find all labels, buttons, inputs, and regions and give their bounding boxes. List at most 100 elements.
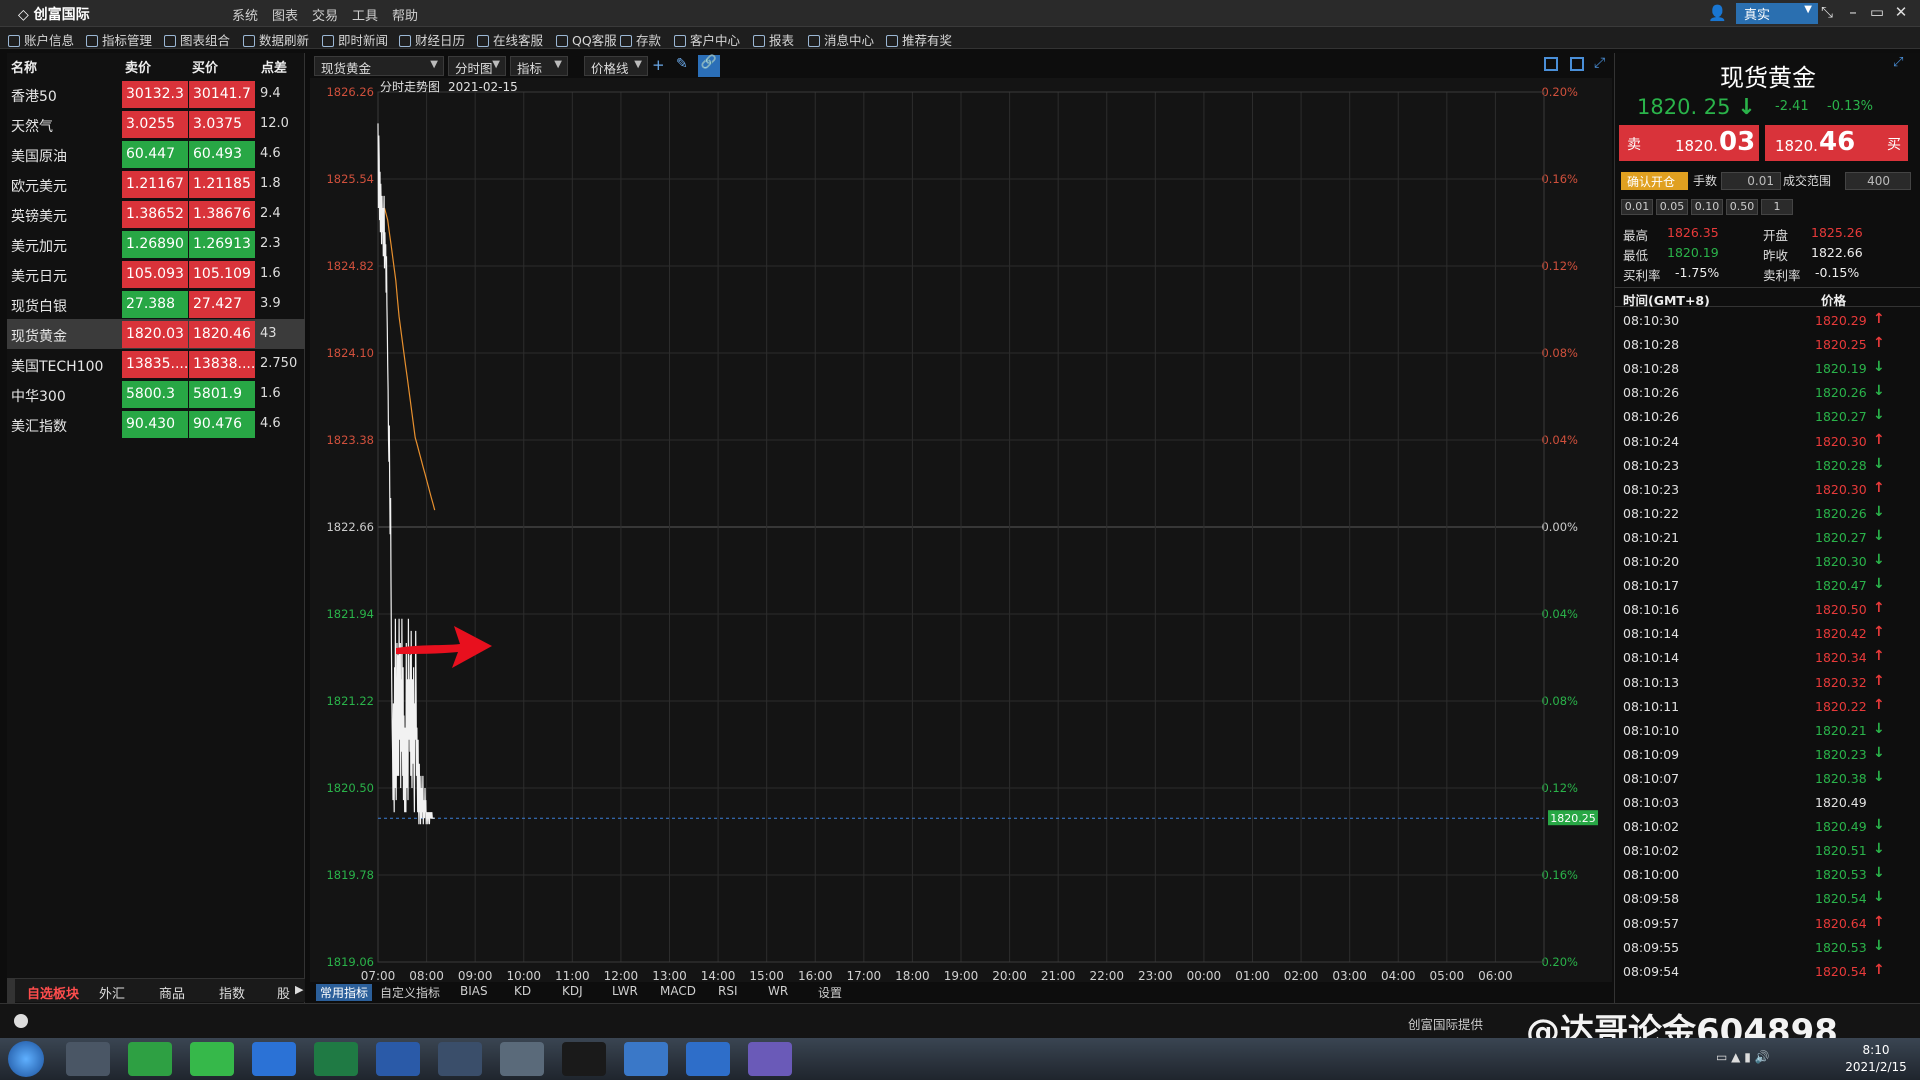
- quote-sell-price[interactable]: 1.38652: [122, 201, 188, 228]
- quote-buy-price[interactable]: 1.38676: [189, 201, 255, 228]
- pinned-app-icon[interactable]: [66, 1042, 110, 1076]
- sogou-icon[interactable]: [686, 1042, 730, 1076]
- referral-button[interactable]: 推荐有奖: [886, 30, 952, 49]
- news-button[interactable]: 即时新闻: [322, 30, 388, 49]
- wps-icon[interactable]: [252, 1042, 296, 1076]
- line-select[interactable]: 价格线 ▼: [584, 56, 648, 76]
- indicator-manage-button[interactable]: 指标管理: [86, 30, 152, 49]
- quote-buy-price[interactable]: 13838....: [189, 351, 255, 378]
- quote-row[interactable]: 香港50 30132.3 30141.7 9.4: [7, 79, 305, 109]
- quote-buy-price[interactable]: 27.427: [189, 291, 255, 318]
- menu-tools[interactable]: 工具: [352, 5, 378, 24]
- tab-kdj[interactable]: KDJ: [562, 984, 583, 998]
- quote-row[interactable]: 美元日元 105.093 105.109 1.6: [7, 259, 305, 289]
- quote-buy-price[interactable]: 1.21185: [189, 171, 255, 198]
- trading-app-icon[interactable]: [500, 1042, 544, 1076]
- quick-lot-010[interactable]: 0.10: [1691, 199, 1723, 215]
- quote-buy-price[interactable]: 105.109: [189, 261, 255, 288]
- quote-buy-price[interactable]: 30141.7: [189, 81, 255, 108]
- quote-sell-price[interactable]: 1.26890: [122, 231, 188, 258]
- quote-sell-price[interactable]: 90.430: [122, 411, 188, 438]
- pencil-icon[interactable]: ✎: [676, 56, 688, 72]
- quote-row[interactable]: 现货白银 27.388 27.427 3.9: [7, 289, 305, 319]
- quote-row[interactable]: 美元加元 1.26890 1.26913 2.3: [7, 229, 305, 259]
- tab-indices[interactable]: 指数: [219, 983, 245, 1002]
- crosshair-icon[interactable]: +: [652, 56, 665, 74]
- word-icon[interactable]: [376, 1042, 420, 1076]
- quote-sell-price[interactable]: 30132.3: [122, 81, 188, 108]
- quote-sell-price[interactable]: 1820.03: [122, 321, 188, 348]
- menu-help[interactable]: 帮助: [392, 5, 418, 24]
- menu-system[interactable]: 系统: [232, 5, 258, 24]
- tab-common-indicators[interactable]: 常用指标: [316, 984, 373, 1001]
- quote-sell-price[interactable]: 27.388: [122, 291, 188, 318]
- zx-app-icon[interactable]: [562, 1042, 606, 1076]
- quote-row[interactable]: 天然气 3.0255 3.0375 12.0: [7, 109, 305, 139]
- tab-kd[interactable]: KD: [514, 984, 531, 998]
- quote-row[interactable]: 美国TECH100 13835.... 13838.... 2.750: [7, 349, 305, 379]
- chart-combo-button[interactable]: 图表组合: [164, 30, 230, 49]
- quick-lot-1[interactable]: 1: [1761, 199, 1793, 215]
- quote-row[interactable]: 英镑美元 1.38652 1.38676 2.4: [7, 199, 305, 229]
- quote-buy-price[interactable]: 1.26913: [189, 231, 255, 258]
- clock-time[interactable]: 8:10: [1846, 1043, 1906, 1057]
- restore-icon[interactable]: ⤡: [1816, 3, 1838, 21]
- range-input[interactable]: 400: [1845, 172, 1911, 190]
- tab-forex[interactable]: 外汇: [99, 983, 125, 1002]
- lots-input[interactable]: 0.01: [1721, 172, 1781, 190]
- tab-commodities[interactable]: 商品: [159, 983, 185, 1002]
- start-button-icon[interactable]: [8, 1041, 44, 1077]
- quote-buy-price[interactable]: 5801.9: [189, 381, 255, 408]
- quote-row[interactable]: 中华300 5800.3 5801.9 1.6: [7, 379, 305, 409]
- indicator-select[interactable]: 指标 ▼: [510, 56, 568, 76]
- clock-date[interactable]: 2021/2/15: [1836, 1060, 1916, 1074]
- price-chart[interactable]: 1826.26 0.20% 1825.54 0.16% 1824.82 0.12% 1824…: [310, 78, 1612, 982]
- tab-wr[interactable]: WR: [768, 984, 788, 998]
- symbol-select[interactable]: 现货黄金 ▼: [314, 56, 444, 76]
- quote-sell-price[interactable]: 60.447: [122, 141, 188, 168]
- user-icon[interactable]: 👤: [1708, 4, 1727, 22]
- close-icon[interactable]: ✕: [1890, 3, 1912, 21]
- excel-icon[interactable]: [314, 1042, 358, 1076]
- quote-row[interactable]: 美汇指数 90.430 90.476 4.6: [7, 409, 305, 439]
- account-mode-select[interactable]: 真实 ▼: [1736, 3, 1818, 24]
- tab-scroll-left-icon[interactable]: [7, 979, 15, 1003]
- maximize-icon[interactable]: ▭: [1866, 3, 1888, 21]
- tab-settings[interactable]: 设置: [818, 984, 842, 1001]
- quote-sell-price[interactable]: 13835....: [122, 351, 188, 378]
- link-icon[interactable]: 🔗: [698, 55, 720, 77]
- deposit-button[interactable]: 存款: [620, 30, 661, 49]
- calendar-button[interactable]: 财经日历: [399, 30, 465, 49]
- quote-buy-price[interactable]: 3.0375: [189, 111, 255, 138]
- tab-rsi[interactable]: RSI: [718, 984, 738, 998]
- quick-lot-001[interactable]: 0.01: [1621, 199, 1653, 215]
- quote-row[interactable]: 现货黄金 1820.03 1820.46 43: [7, 319, 305, 349]
- tab-lwr[interactable]: LWR: [612, 984, 638, 998]
- tab-bias[interactable]: BIAS: [460, 984, 488, 998]
- quote-sell-price[interactable]: 1.21167: [122, 171, 188, 198]
- layout-single-icon[interactable]: [1544, 57, 1558, 71]
- photos-icon[interactable]: [748, 1042, 792, 1076]
- quote-buy-price[interactable]: 1820.46: [189, 321, 255, 348]
- report-button[interactable]: 报表: [753, 30, 794, 49]
- tab-scroll-right-icon[interactable]: ▶: [295, 983, 303, 996]
- quote-buy-price[interactable]: 90.476: [189, 411, 255, 438]
- window-app-icon[interactable]: [624, 1042, 668, 1076]
- tab-custom-indicators[interactable]: 自定义指标: [380, 984, 440, 1001]
- tray-icons[interactable]: ▭ ▲ ▮ 🔊: [1716, 1050, 1770, 1064]
- quote-sell-price[interactable]: 3.0255: [122, 111, 188, 138]
- quick-lot-050[interactable]: 0.50: [1726, 199, 1758, 215]
- data-refresh-button[interactable]: 数据刷新: [243, 30, 309, 49]
- quote-row[interactable]: 美国原油 60.447 60.493 4.6: [7, 139, 305, 169]
- menu-chart[interactable]: 图表: [272, 5, 298, 24]
- qq-service-button[interactable]: QQ客服: [556, 30, 617, 49]
- wechat-icon[interactable]: [190, 1042, 234, 1076]
- message-center-button[interactable]: 消息中心: [808, 30, 874, 49]
- iqiyi-icon[interactable]: [128, 1042, 172, 1076]
- layout-split-icon[interactable]: [1570, 57, 1584, 71]
- quote-row[interactable]: 欧元美元 1.21167 1.21185 1.8: [7, 169, 305, 199]
- quick-lot-005[interactable]: 0.05: [1656, 199, 1688, 215]
- tab-watchlist[interactable]: 自选板块: [27, 983, 79, 1002]
- sell-button[interactable]: 卖 1820. 03: [1619, 125, 1759, 161]
- confirm-open-button[interactable]: 确认开仓: [1621, 172, 1688, 190]
